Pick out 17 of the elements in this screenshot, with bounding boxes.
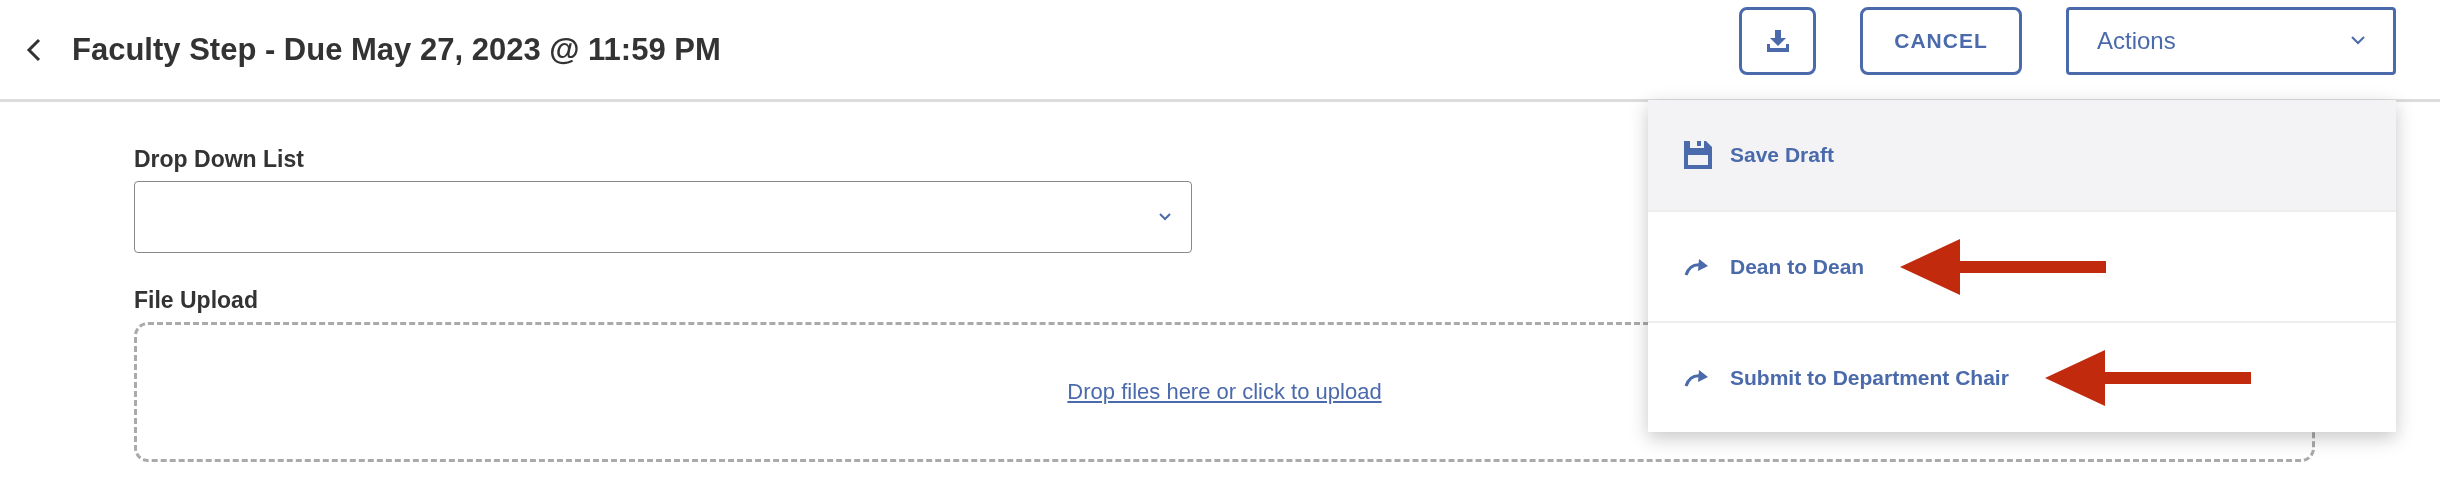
chevron-left-icon xyxy=(26,37,42,62)
download-button[interactable] xyxy=(1739,6,1816,75)
curved-arrow-icon xyxy=(1684,256,1710,277)
cancel-button[interactable]: CANCEL xyxy=(1860,6,2022,75)
curved-arrow-icon xyxy=(1684,367,1710,388)
field-label: File Upload xyxy=(134,287,258,314)
chevron-down-icon xyxy=(1159,213,1171,221)
actions-dropdown[interactable]: Actions xyxy=(2066,6,2396,75)
field-label: Drop Down List xyxy=(134,146,304,173)
menu-item[interactable]: Dean to Dean xyxy=(1648,210,2396,321)
menu-item[interactable]: Submit to Department Chair xyxy=(1648,321,2396,432)
menu-item[interactable]: Save Draft xyxy=(1648,100,2396,210)
download-icon xyxy=(1766,29,1789,52)
dropdown-field[interactable] xyxy=(134,181,1192,253)
chevron-down-icon xyxy=(2351,36,2365,45)
page-title: Faculty Step - Due May 27, 2023 @ 11:59 PM xyxy=(72,31,721,68)
upload-link[interactable]: Drop files here or click to upload xyxy=(1067,379,1382,405)
